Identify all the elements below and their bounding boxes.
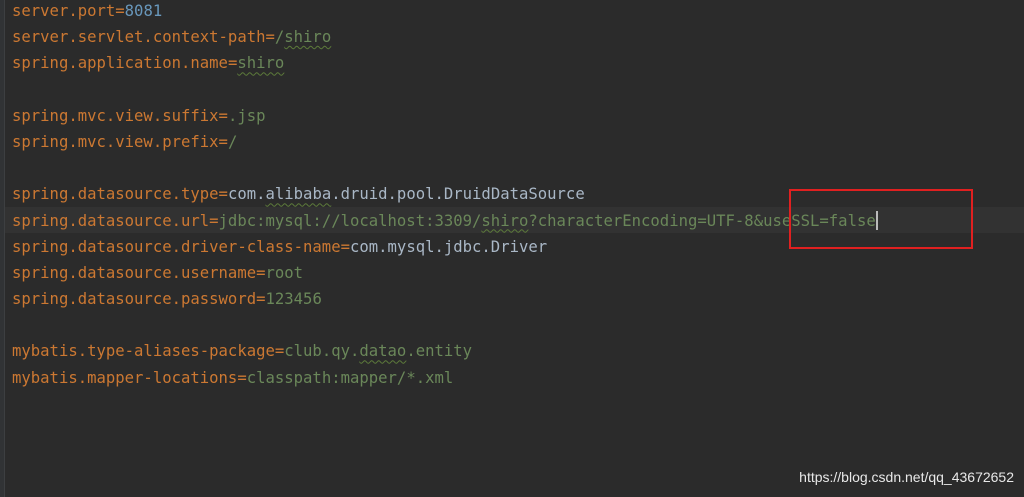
blank-line[interactable] bbox=[12, 155, 878, 181]
code-lines[interactable]: server.port=8081 server.servlet.context-… bbox=[12, 0, 878, 391]
code-line[interactable]: server.servlet.context-path=/shiro bbox=[12, 24, 878, 50]
property-value: jdbc:mysql://localhost:3309/ bbox=[218, 211, 482, 230]
code-line[interactable]: spring.datasource.password=123456 bbox=[12, 286, 878, 312]
property-key: mybatis.type-aliases-package bbox=[12, 342, 275, 361]
property-value: 8081 bbox=[124, 2, 163, 20]
equals-sign: = bbox=[209, 211, 219, 230]
code-line[interactable]: spring.datasource.type=com.alibaba.druid… bbox=[12, 181, 878, 207]
property-key: spring.datasource.url bbox=[12, 211, 210, 230]
spell-checked-word: shiro bbox=[481, 211, 529, 230]
equals-sign: = bbox=[218, 106, 228, 125]
property-key: server.servlet.context-path bbox=[12, 28, 266, 47]
equals-sign: = bbox=[256, 263, 266, 282]
code-line[interactable]: server.port=8081 bbox=[12, 0, 878, 24]
watermark-text: https://blog.csdn.net/qq_43672652 bbox=[799, 469, 1014, 485]
equals-sign: = bbox=[227, 54, 238, 73]
code-line[interactable]: spring.datasource.username=root bbox=[12, 260, 878, 286]
property-value: .entity bbox=[406, 342, 473, 361]
property-key: spring.datasource.password bbox=[12, 290, 257, 309]
property-value: 123456 bbox=[265, 290, 322, 309]
equals-sign: = bbox=[256, 290, 266, 309]
code-line[interactable]: spring.datasource.driver-class-name=com.… bbox=[12, 234, 878, 260]
spell-checked-word: shiro bbox=[284, 28, 332, 47]
code-line[interactable]: mybatis.type-aliases-package=club.qy.dat… bbox=[12, 338, 878, 364]
property-value: .jsp bbox=[227, 106, 266, 125]
annotation-highlight-box bbox=[789, 189, 973, 249]
code-line[interactable]: spring.mvc.view.prefix=/ bbox=[12, 129, 878, 155]
property-value: / bbox=[274, 28, 285, 47]
equals-sign: = bbox=[218, 185, 228, 204]
equals-sign: = bbox=[115, 2, 125, 20]
property-key: spring.application.name bbox=[12, 54, 228, 73]
property-key: spring.datasource.type bbox=[12, 185, 219, 204]
equals-sign: = bbox=[265, 28, 275, 47]
property-value: .druid.pool.DruidDataSource bbox=[331, 185, 585, 204]
spell-checked-word: shiro bbox=[237, 54, 285, 73]
property-key: spring.mvc.view.suffix bbox=[12, 106, 219, 125]
property-value: club.qy. bbox=[284, 342, 360, 361]
code-line[interactable]: spring.application.name=shiro bbox=[12, 50, 878, 76]
property-key: mybatis.mapper-locations bbox=[12, 368, 238, 387]
property-key: spring.datasource.driver-class-name bbox=[12, 237, 341, 256]
property-value: classpath:mapper/*.xml bbox=[246, 368, 454, 387]
property-key: server.port bbox=[12, 2, 116, 20]
spell-checked-word: datao bbox=[359, 342, 407, 361]
property-key: spring.datasource.username bbox=[12, 263, 257, 282]
code-line[interactable]: spring.mvc.view.suffix=.jsp bbox=[12, 103, 878, 129]
equals-sign: = bbox=[340, 237, 350, 256]
property-value: com.mysql.jdbc.Driver bbox=[349, 237, 548, 256]
code-line-current[interactable]: spring.datasource.url=jdbc:mysql://local… bbox=[12, 208, 878, 234]
property-value: com. bbox=[227, 185, 266, 204]
property-value: / bbox=[227, 132, 238, 151]
equals-sign: = bbox=[274, 342, 285, 361]
editor-gutter bbox=[0, 0, 5, 497]
code-line[interactable]: mybatis.mapper-locations=classpath:mappe… bbox=[12, 365, 878, 391]
blank-line[interactable] bbox=[12, 77, 878, 103]
blank-line[interactable] bbox=[12, 312, 878, 338]
equals-sign: = bbox=[237, 368, 247, 387]
property-value: root bbox=[265, 263, 304, 282]
equals-sign: = bbox=[218, 132, 228, 151]
spell-checked-word: alibaba bbox=[265, 185, 332, 204]
code-editor[interactable]: server.port=8081 server.servlet.context-… bbox=[0, 0, 1024, 497]
property-key: spring.mvc.view.prefix bbox=[12, 132, 219, 151]
